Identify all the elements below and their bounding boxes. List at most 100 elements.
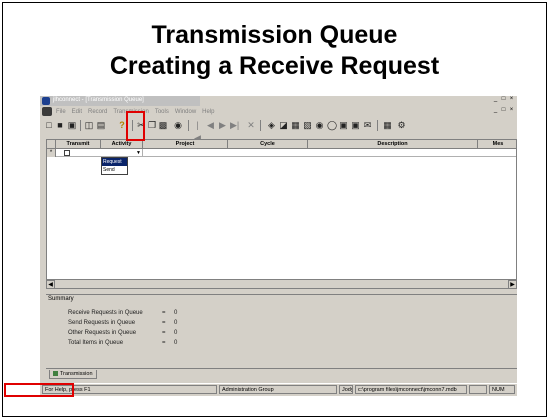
print-preview-icon[interactable]: ◫ <box>84 119 94 132</box>
highlight-box-status <box>4 383 74 397</box>
summary-label: Send Requests in Queue <box>68 320 136 326</box>
settings-icon[interactable]: ⚙ <box>396 119 407 132</box>
doc-minimize-button[interactable]: _ <box>492 107 499 114</box>
tab-transmission[interactable]: Transmission <box>49 370 97 379</box>
column-header-description[interactable]: Description <box>308 140 478 149</box>
queue-grid: Transmit Activity Project Cycle Descript… <box>46 139 517 289</box>
transmit-checkbox[interactable] <box>64 150 70 156</box>
report-icon[interactable]: ▧ <box>303 119 312 132</box>
save-icon[interactable]: ▣ <box>67 119 77 132</box>
activity-dropdown-list: Request Send <box>101 157 128 175</box>
last-record-icon[interactable]: ▶| <box>230 119 239 132</box>
menu-record[interactable]: Record <box>88 109 107 115</box>
open-icon[interactable]: ■ <box>55 119 65 132</box>
status-num: NUM <box>489 385 515 394</box>
slide-title-line1: Transmission Queue <box>151 21 398 49</box>
horizontal-scrollbar[interactable]: ◀ ▶ <box>46 279 517 289</box>
menu-tools[interactable]: Tools <box>155 109 169 115</box>
summary-label: Total Items in Queue <box>68 340 124 346</box>
row-selector-header <box>47 140 56 149</box>
new-icon[interactable]: □ <box>44 119 54 132</box>
status-blank <box>469 385 487 394</box>
next-record-icon[interactable]: ▶ <box>218 119 227 132</box>
activity-option-send[interactable]: Send <box>102 166 127 174</box>
summary-row-receive: Receive Requests in Queue = 0 <box>68 309 208 317</box>
new-record-row[interactable]: * ▼ <box>47 149 516 157</box>
cycle-icon[interactable]: ▦ <box>291 119 300 132</box>
menu-edit[interactable]: Edit <box>72 109 82 115</box>
slide-title: Transmission Queue Creating a Receive Re… <box>0 20 549 82</box>
status-database-path: c:\program files\jmconnect\jmconn7.mdb <box>355 385 467 394</box>
tab-strip: Transmission <box>46 368 517 379</box>
window-title: jlhconnect - [Transmission Queue] <box>53 97 144 103</box>
lock-icon[interactable]: ▣ <box>339 119 348 132</box>
transmit-icon[interactable]: ◈ <box>267 119 276 132</box>
scroll-left-icon[interactable]: ◀ <box>46 280 55 289</box>
summary-title: Summary <box>48 296 74 302</box>
summary-equals: = <box>162 330 166 336</box>
status-user: Jody <box>339 385 353 394</box>
prev-record-icon[interactable]: ◀ <box>206 119 215 132</box>
print-icon[interactable]: ▤ <box>96 119 106 132</box>
doc-close-button[interactable]: × <box>508 107 515 114</box>
paste-icon[interactable]: ▩ <box>158 119 168 132</box>
column-header-cycle[interactable]: Cycle <box>228 140 308 149</box>
chevron-down-icon[interactable]: ▼ <box>136 150 141 156</box>
project-icon[interactable]: ◪ <box>279 119 288 132</box>
summary-panel: Summary Receive Requests in Queue = 0 Se… <box>46 294 517 366</box>
summary-value: 0 <box>174 320 178 326</box>
copy-icon[interactable]: ❐ <box>147 119 157 132</box>
scroll-right-icon[interactable]: ▶ <box>508 280 517 289</box>
column-header-transmit[interactable]: Transmit <box>56 140 101 149</box>
archive-icon[interactable]: ▣ <box>351 119 360 132</box>
highlight-box-toolbar <box>126 111 145 141</box>
summary-label: Other Requests in Queue <box>68 330 137 336</box>
grid-header: Transmit Activity Project Cycle Descript… <box>47 140 516 149</box>
activity-option-request[interactable]: Request <box>102 158 127 166</box>
grid-icon[interactable]: ▦ <box>382 119 393 132</box>
summary-equals: = <box>162 310 166 316</box>
window-controls: _ □ × <box>492 96 515 103</box>
maximize-button[interactable]: □ <box>500 96 507 103</box>
menu-file[interactable]: File <box>56 109 66 115</box>
refresh-icon[interactable]: ◯ <box>327 119 337 132</box>
column-header-project[interactable]: Project <box>143 140 228 149</box>
delete-record-icon[interactable]: ✕ <box>246 119 256 132</box>
summary-row-other: Other Requests in Queue = 0 <box>68 329 208 337</box>
summary-value: 0 <box>174 330 178 336</box>
document-icon[interactable] <box>42 107 52 116</box>
tab-label: Transmission <box>60 371 93 377</box>
status-bar: For Help, press F1 Administration Group … <box>40 383 517 394</box>
summary-value: 0 <box>174 340 178 346</box>
summary-label: Receive Requests in Queue <box>68 310 143 316</box>
column-header-message[interactable]: Mes <box>478 140 518 149</box>
app-icon <box>42 97 50 105</box>
title-bar: jlhconnect - [Transmission Queue] _ □ × <box>40 96 517 106</box>
toolbar: □ ■ ▣ ◫ ▤ ? ✂ ❐ ▩ ◉ |◀ ◀ ▶ ▶| ✕ ◈ ◪ ▦ ▧ … <box>40 117 517 143</box>
column-header-activity[interactable]: Activity <box>101 140 143 149</box>
menu-help[interactable]: Help <box>202 109 214 115</box>
slide-title-line2: Creating a Receive Request <box>109 52 440 80</box>
doc-maximize-button[interactable]: □ <box>500 107 507 114</box>
close-button[interactable]: × <box>508 96 515 103</box>
status-group: Administration Group <box>219 385 337 394</box>
transmission-icon <box>53 371 58 377</box>
toolbar-separator <box>80 120 81 131</box>
summary-equals: = <box>162 320 166 326</box>
contact-icon[interactable]: ◉ <box>315 119 324 132</box>
first-record-icon[interactable]: |◀ <box>193 119 202 143</box>
message-icon[interactable]: ✉ <box>363 119 372 132</box>
minimize-button[interactable]: _ <box>492 96 499 103</box>
document-controls: _ □ × <box>492 107 515 114</box>
toolbar-separator <box>188 120 189 131</box>
row-marker: * <box>47 149 56 157</box>
find-icon[interactable]: ◉ <box>172 119 184 132</box>
toolbar-separator <box>377 120 378 131</box>
summary-row-send: Send Requests in Queue = 0 <box>68 319 208 327</box>
menu-window[interactable]: Window <box>175 109 196 115</box>
activity-select[interactable]: ▼ <box>101 149 143 157</box>
menu-bar: File Edit Record Transmission Tools Wind… <box>40 106 517 117</box>
summary-value: 0 <box>174 310 178 316</box>
toolbar-separator <box>260 120 261 131</box>
summary-row-total: Total Items in Queue = 0 <box>68 339 208 347</box>
